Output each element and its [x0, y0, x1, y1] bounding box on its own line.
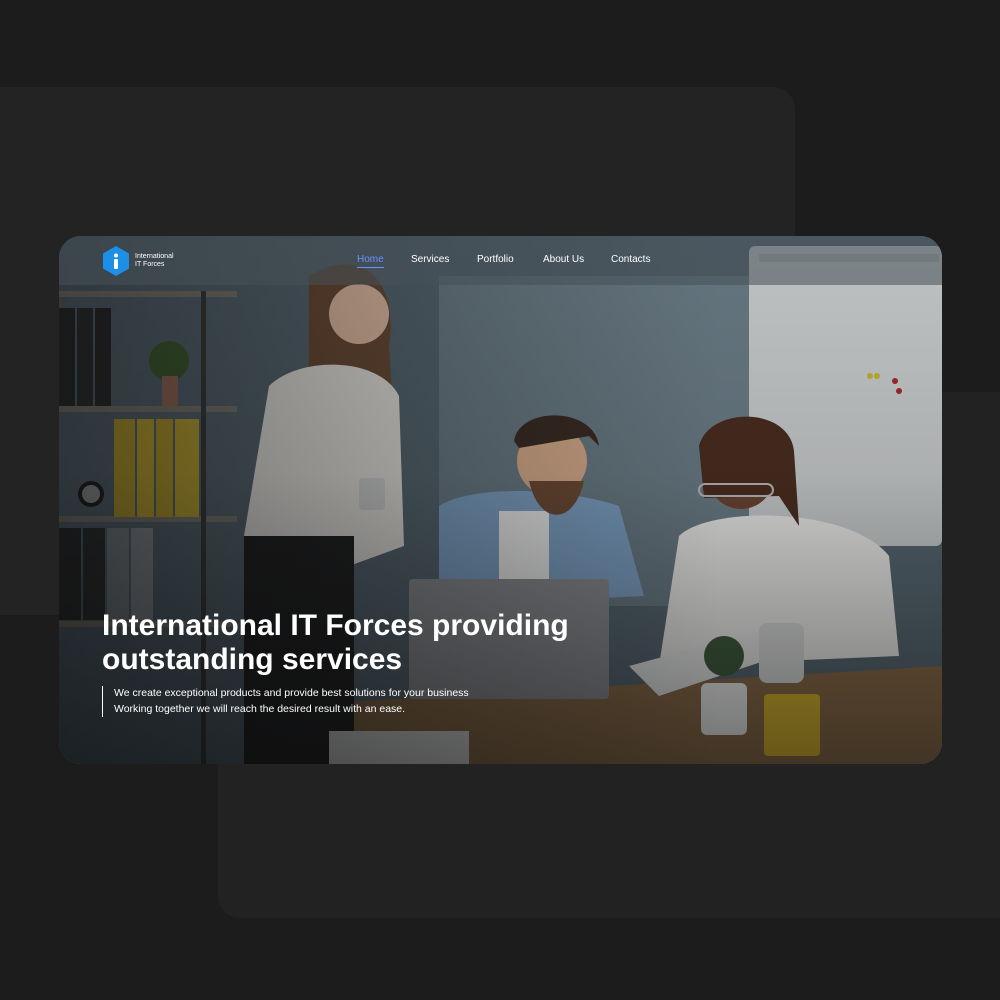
nav-link-about-us[interactable]: About Us	[543, 254, 584, 265]
hero-headline: International IT Forces providing outsta…	[102, 609, 662, 677]
subtext-divider	[102, 686, 103, 717]
logo-text-line1: International	[135, 253, 174, 260]
navbar: International IT Forces Home Services Po…	[59, 236, 942, 285]
hero-dark-overlay	[59, 236, 942, 764]
hero-headline-line1: International IT Forces providing	[102, 609, 569, 642]
logo[interactable]: International IT Forces	[102, 246, 222, 276]
active-nav-underline	[357, 267, 384, 268]
nav-link-services[interactable]: Services	[411, 254, 449, 265]
nav-link-contacts[interactable]: Contacts	[611, 254, 650, 265]
logo-text-line2: IT Forces	[135, 261, 165, 268]
hero-subtext-line2: Working together we will reach the desir…	[114, 703, 406, 715]
info-hexagon-icon	[103, 246, 129, 276]
hero-subtext-line1: We create exceptional products and provi…	[114, 687, 469, 699]
hero-section: International IT Forces Home Services Po…	[59, 236, 942, 764]
nav-link-home[interactable]: Home	[357, 254, 384, 265]
nav-link-portfolio[interactable]: Portfolio	[477, 254, 514, 265]
logo-text: International IT Forces	[135, 253, 215, 269]
hero-headline-line2: outstanding services	[102, 643, 403, 676]
